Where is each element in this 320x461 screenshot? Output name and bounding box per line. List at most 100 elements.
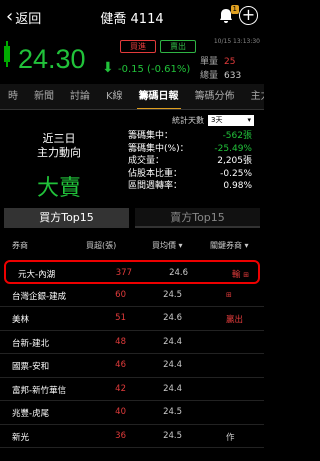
key-broker: 贏出 xyxy=(226,315,244,325)
buy-excess: 51 xyxy=(115,313,126,323)
broker-name: 元大-內湖 xyxy=(18,270,56,280)
metric-value: -0.25% xyxy=(220,168,252,179)
quote-panel: 24.30 買進 賣出 ⬇ -0.15 (-0.61%) 10/15 13:13… xyxy=(0,34,264,84)
unit-volume-label: 單量 xyxy=(200,57,219,67)
buy-button[interactable]: 買進 xyxy=(120,40,156,53)
tab-kline[interactable]: K線 xyxy=(98,84,131,109)
table-row[interactable]: 台灣企銀-建成 60 24.5 ⊞ xyxy=(0,284,264,307)
price: 24.30 xyxy=(18,44,86,74)
unit-volume: 單量 25 xyxy=(200,54,235,67)
buy-price: 24.5 xyxy=(163,407,182,417)
tab-time[interactable]: 時 xyxy=(0,84,26,109)
total-volume-label: 總量 xyxy=(200,71,219,81)
metric-row: 成交量： 2,205張 xyxy=(128,155,252,168)
broker-name: 新光 xyxy=(12,432,30,443)
bell-button[interactable]: 1 xyxy=(218,5,239,24)
broker-name: 美林 xyxy=(12,315,30,325)
tab-bar: 時 新聞 討論 K線 籌碼日報 籌碼分佈 主力 法 xyxy=(0,84,264,110)
metric-value: -562張 xyxy=(222,131,252,141)
key-broker: 輸 ⊞ xyxy=(232,268,249,280)
metric-label: 區間週轉率： xyxy=(128,181,183,191)
trend-label-line2: 主力動向 xyxy=(37,146,81,159)
buy-price: 24.4 xyxy=(163,360,182,370)
table-row[interactable]: 元大-內湖 377 24.6 輸 ⊞ xyxy=(4,260,260,284)
summary-panel: 近三日 主力動向 大賣 籌碼集中： -562張 籌碼集中(%)： -25.49% 成… xyxy=(0,130,264,201)
buy-excess: 36 xyxy=(115,430,126,441)
grid-icon: ⊞ xyxy=(226,290,232,299)
candle-icon xyxy=(4,41,10,67)
sell-button[interactable]: 賣出 xyxy=(160,40,196,53)
buy-excess: 48 xyxy=(115,336,126,347)
chevron-left-icon: ‹ xyxy=(6,6,14,27)
days-filter: 統計天數 3天 xyxy=(172,115,254,126)
plus-icon: + xyxy=(241,5,256,24)
col-key-broker[interactable]: 關鍵券商 ▾ xyxy=(210,240,249,251)
buy-price: 24.4 xyxy=(163,336,182,347)
price-change: -0.15 (-0.61%) xyxy=(118,64,191,75)
metric-row: 籌碼集中(%)： -25.49% xyxy=(128,143,252,156)
metric-label: 籌碼集中： xyxy=(128,131,174,141)
metric-row: 籌碼集中： -562張 xyxy=(128,130,252,143)
top15-switch: 買方Top15 賣方Top15 xyxy=(4,208,260,228)
buy-excess: 377 xyxy=(115,268,132,278)
add-button[interactable]: + xyxy=(239,6,258,25)
broker-name: 富邦-新竹華信 xyxy=(12,385,67,396)
broker-name: 兆豐-虎尾 xyxy=(12,409,50,419)
table-row[interactable]: 兆豐-虎尾 40 24.5 xyxy=(0,401,264,425)
col-broker: 券商 xyxy=(12,241,28,250)
buy-excess: 60 xyxy=(115,289,126,300)
tab-discuss[interactable]: 討論 xyxy=(62,84,98,109)
metrics-list: 籌碼集中： -562張 籌碼集中(%)： -25.49% 成交量： 2,205張 佔股… xyxy=(128,130,252,193)
buy-excess: 46 xyxy=(115,360,126,370)
broker-name: 台新-建北 xyxy=(12,338,50,349)
metric-row: 佔股本比重： -0.25% xyxy=(128,168,252,181)
sell-top15-tab[interactable]: 賣方Top15 xyxy=(135,208,260,228)
days-select[interactable]: 3天 xyxy=(208,115,254,126)
metric-value: 0.98% xyxy=(223,181,252,191)
metric-row: 區間週轉率： 0.98% xyxy=(128,180,252,193)
metric-value: 2,205張 xyxy=(217,156,252,166)
table-row[interactable]: 國票-安和 46 24.4 xyxy=(0,354,264,378)
arrow-down-icon: ⬇ xyxy=(102,60,114,76)
buy-price: 24.6 xyxy=(169,268,188,278)
trend-value: 大賣 xyxy=(36,176,81,201)
notification-badge: 1 xyxy=(230,5,239,14)
metric-label: 成交量： xyxy=(128,156,165,166)
tab-chip-distribution[interactable]: 籌碼分佈 xyxy=(187,84,243,109)
unit-volume-value: 25 xyxy=(224,57,236,67)
broker-name: 台灣企銀-建成 xyxy=(12,291,67,302)
tab-chip-daily[interactable]: 籌碼日報 xyxy=(131,84,187,109)
trend-label: 近三日 主力動向 xyxy=(28,132,90,160)
buy-top15-tab[interactable]: 買方Top15 xyxy=(4,208,129,228)
table-row[interactable]: 台新-建北 48 24.4 xyxy=(0,331,264,354)
col-buy-price[interactable]: 買均價 ▾ xyxy=(152,240,183,251)
days-filter-label: 統計天數 xyxy=(172,116,204,125)
tab-main-force[interactable]: 主力 xyxy=(243,84,264,109)
buy-price: 24.5 xyxy=(163,289,182,300)
col-buy-excess[interactable]: 買超(張) xyxy=(86,240,116,251)
table-row[interactable]: 新光 36 24.5 作 xyxy=(0,425,264,448)
trend-label-line1: 近三日 xyxy=(42,132,76,145)
table-row[interactable]: 富邦-新竹華信 42 24.4 xyxy=(0,378,264,401)
key-broker: 作 xyxy=(226,432,235,443)
col-buy-price-label: 買均價 xyxy=(152,241,176,250)
table-header: 券商 買超(張) 買均價 ▾ 關鍵券商 ▾ xyxy=(0,236,264,254)
total-volume: 總量 633 xyxy=(200,68,241,81)
grid-icon: ⊞ xyxy=(243,271,250,279)
back-button[interactable]: ‹ 返回 xyxy=(0,8,41,27)
key-broker-tag: 輸 xyxy=(232,270,241,280)
metric-label: 佔股本比重： xyxy=(128,168,183,179)
top-bar: ‹ 返回 健喬 4114 1 + xyxy=(0,0,264,34)
tab-news[interactable]: 新聞 xyxy=(26,84,62,109)
table-row[interactable]: 美林 51 24.6 贏出 xyxy=(0,307,264,331)
back-label: 返回 xyxy=(15,11,42,27)
buy-excess: 40 xyxy=(115,407,126,417)
buy-excess: 42 xyxy=(115,383,126,394)
broker-table: 元大-內湖 377 24.6 輸 ⊞ 台灣企銀-建成 60 24.5 ⊞ 美林 … xyxy=(0,260,264,448)
metric-label: 籌碼集中(%)： xyxy=(128,143,189,154)
timestamp: 10/15 13:13:30 xyxy=(213,38,260,45)
buy-price: 24.5 xyxy=(163,430,182,441)
broker-name: 國票-安和 xyxy=(12,362,50,372)
col-key-broker-label: 關鍵券商 xyxy=(210,241,242,250)
key-broker: ⊞ xyxy=(226,290,232,300)
